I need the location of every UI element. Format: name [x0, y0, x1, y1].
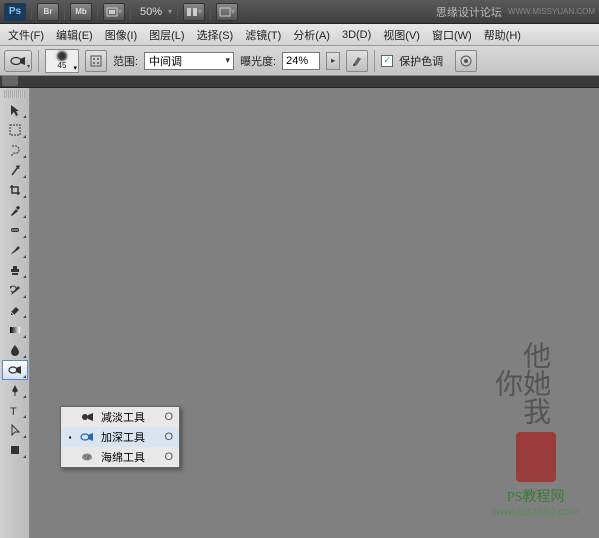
brush-panel-toggle[interactable]	[85, 50, 107, 72]
toolbox-grip[interactable]	[4, 90, 25, 98]
toolbox: T	[0, 88, 30, 538]
watermark: 他她我你 PS教程网 www.tata580.com	[492, 338, 579, 518]
panel-tab-handle[interactable]	[2, 76, 18, 86]
protect-tones-label: 保护色调	[399, 53, 443, 69]
menu-bar: 文件(F) 编辑(E) 图像(I) 图层(L) 选择(S) 滤镜(T) 分析(A…	[0, 24, 599, 46]
options-bar: ▾ 45 ▾ 范围: 中间调 曝光度: 24% ▸ ✓ 保护色调	[0, 46, 599, 76]
pressure-toggle[interactable]	[455, 50, 477, 72]
healing-brush-tool[interactable]	[2, 220, 28, 240]
menu-help[interactable]: 帮助(H)	[478, 24, 527, 46]
flyout-dodge-tool[interactable]: 减淡工具 O	[61, 407, 179, 427]
document-tab-strip	[0, 76, 599, 88]
pen-tool[interactable]	[2, 380, 28, 400]
type-tool[interactable]: T	[2, 400, 28, 420]
zoom-level[interactable]: 50%	[136, 6, 166, 18]
minibridge-button[interactable]: Mb	[70, 3, 92, 21]
brush-preset-picker[interactable]: 45 ▾	[45, 49, 79, 73]
canvas-area[interactable]: 减淡工具 O ▪ 加深工具 O 海绵工具 O 他她我你 PS教程网 www.ta…	[30, 88, 599, 538]
brush-tool[interactable]	[2, 240, 28, 260]
rectangle-tool[interactable]	[2, 440, 28, 460]
brush-preview-dot	[57, 51, 67, 61]
app-top-bar: Ps Br Mb ▾ 50%▾ ▾ ▾ 思缘设计论坛 WWW.MISSYUAN.…	[0, 0, 599, 24]
menu-filter[interactable]: 滤镜(T)	[239, 24, 287, 46]
branding-text: 思缘设计论坛 WWW.MISSYUAN.COM	[436, 4, 595, 20]
zoom-dropdown-icon[interactable]: ▾	[168, 7, 172, 16]
menu-edit[interactable]: 编辑(E)	[50, 24, 99, 46]
lasso-tool[interactable]	[2, 140, 28, 160]
menu-analysis[interactable]: 分析(A)	[287, 24, 336, 46]
current-tool-preset[interactable]: ▾	[4, 50, 32, 72]
menu-3d[interactable]: 3D(D)	[336, 26, 377, 44]
bridge-button[interactable]: Br	[37, 3, 59, 21]
exposure-label: 曝光度:	[240, 53, 276, 69]
menu-window[interactable]: 窗口(W)	[426, 24, 478, 46]
burn-tool-flyout: 减淡工具 O ▪ 加深工具 O 海绵工具 O	[60, 406, 180, 468]
blur-tool[interactable]	[2, 340, 28, 360]
exposure-input[interactable]: 24%	[282, 52, 320, 70]
eyedropper-tool[interactable]	[2, 200, 28, 220]
history-brush-tool[interactable]	[2, 280, 28, 300]
gradient-tool[interactable]	[2, 320, 28, 340]
menu-view[interactable]: 视图(V)	[377, 24, 426, 46]
protect-tones-checkbox[interactable]: ✓	[381, 55, 393, 67]
flyout-sponge-tool[interactable]: 海绵工具 O	[61, 447, 179, 467]
menu-image[interactable]: 图像(I)	[99, 24, 143, 46]
arrange-documents-button[interactable]: ▾	[183, 3, 205, 21]
dodge-tool-icon	[79, 409, 95, 425]
path-selection-tool[interactable]	[2, 420, 28, 440]
crop-tool[interactable]	[2, 180, 28, 200]
burn-tool-icon	[10, 54, 26, 68]
move-tool[interactable]	[2, 100, 28, 120]
menu-file[interactable]: 文件(F)	[2, 24, 50, 46]
eraser-tool[interactable]	[2, 300, 28, 320]
range-label: 范围:	[113, 53, 138, 69]
range-select[interactable]: 中间调	[144, 52, 234, 70]
menu-select[interactable]: 选择(S)	[191, 24, 240, 46]
screen-mode-button[interactable]: ▾	[216, 3, 238, 21]
burn-tool-icon	[79, 429, 95, 445]
view-extras-button[interactable]: ▾	[103, 3, 125, 21]
ps-logo-icon: Ps	[4, 3, 26, 21]
magic-wand-tool[interactable]	[2, 160, 28, 180]
burn-tool[interactable]	[2, 360, 28, 380]
sponge-tool-icon	[79, 449, 95, 465]
clone-stamp-tool[interactable]	[2, 260, 28, 280]
brush-size-label: 45	[58, 61, 67, 70]
menu-layer[interactable]: 图层(L)	[143, 24, 190, 46]
marquee-tool[interactable]	[2, 120, 28, 140]
exposure-flyout-button[interactable]: ▸	[326, 52, 340, 70]
airbrush-toggle[interactable]	[346, 50, 368, 72]
svg-text:T: T	[10, 406, 17, 417]
flyout-burn-tool[interactable]: ▪ 加深工具 O	[61, 427, 179, 447]
